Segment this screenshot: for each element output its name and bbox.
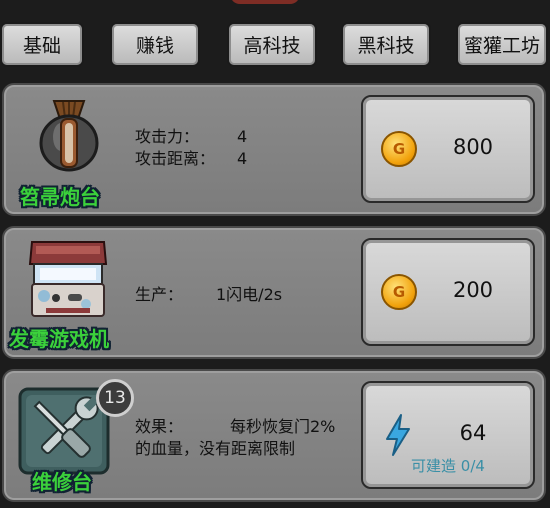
stat-effect-line2: 的血量，没有距离限制 <box>135 439 296 458</box>
gold-coin-icon: G <box>381 274 417 310</box>
item-name: 笤帚炮台 <box>20 185 100 209</box>
item-name: 发霉游戏机 <box>9 327 109 351</box>
build-shop-screen: 基础 赚钱 高科技 黑科技 蜜獾工坊 笤帚炮台 攻击力： 4 攻击距离： 4 G… <box>0 0 550 508</box>
item-card-broom-turret: 笤帚炮台 攻击力： 4 攻击距离： 4 G 800 <box>2 83 546 216</box>
stat-range-label: 攻击距离： <box>135 149 216 168</box>
level-badge: 13 <box>96 379 134 417</box>
item-card-moldy-game-machine: 发霉游戏机 生产： 1闪电/2s G 200 <box>2 226 546 359</box>
stat-range-value: 4 <box>237 149 248 168</box>
price-label: 800 <box>452 135 494 159</box>
stat-attack-label: 攻击力： <box>135 127 200 146</box>
build-status-label: 可建造 0/4 <box>411 457 485 475</box>
tab-high-tech[interactable]: 高科技 <box>227 22 317 67</box>
build-button-repair-bench[interactable]: 64 可建造 0/4 <box>361 381 535 489</box>
buy-button-moldy-game-machine[interactable]: G 200 <box>361 238 535 346</box>
price-label: 64 <box>459 421 487 445</box>
stat-production-label: 生产： <box>135 285 184 304</box>
price-label: 200 <box>452 278 494 302</box>
item-name: 维修台 <box>32 470 92 494</box>
item-card-repair-bench: 13 维修台 效果： 每秒恢复门2% 的血量，没有距离限制 64 可建造 0/4 <box>2 369 546 502</box>
top-decoration <box>230 0 300 4</box>
gold-coin-icon: G <box>381 131 417 167</box>
stat-effect-line1: 每秒恢复门2% <box>230 417 336 436</box>
buy-button-broom-turret[interactable]: G 800 <box>361 95 535 203</box>
tab-basic[interactable]: 基础 <box>0 22 84 67</box>
stat-effect-label: 效果： <box>135 417 184 436</box>
broom-turret-icon <box>39 100 99 172</box>
stat-production-value: 1闪电/2s <box>216 285 283 304</box>
stat-attack-value: 4 <box>237 127 248 146</box>
tab-money[interactable]: 赚钱 <box>110 22 200 67</box>
tab-black-tech[interactable]: 黑科技 <box>341 22 431 67</box>
game-machine-icon <box>28 241 108 317</box>
tab-honey-badger-workshop[interactable]: 蜜獾工坊 <box>456 22 548 67</box>
lightning-icon <box>386 414 410 456</box>
